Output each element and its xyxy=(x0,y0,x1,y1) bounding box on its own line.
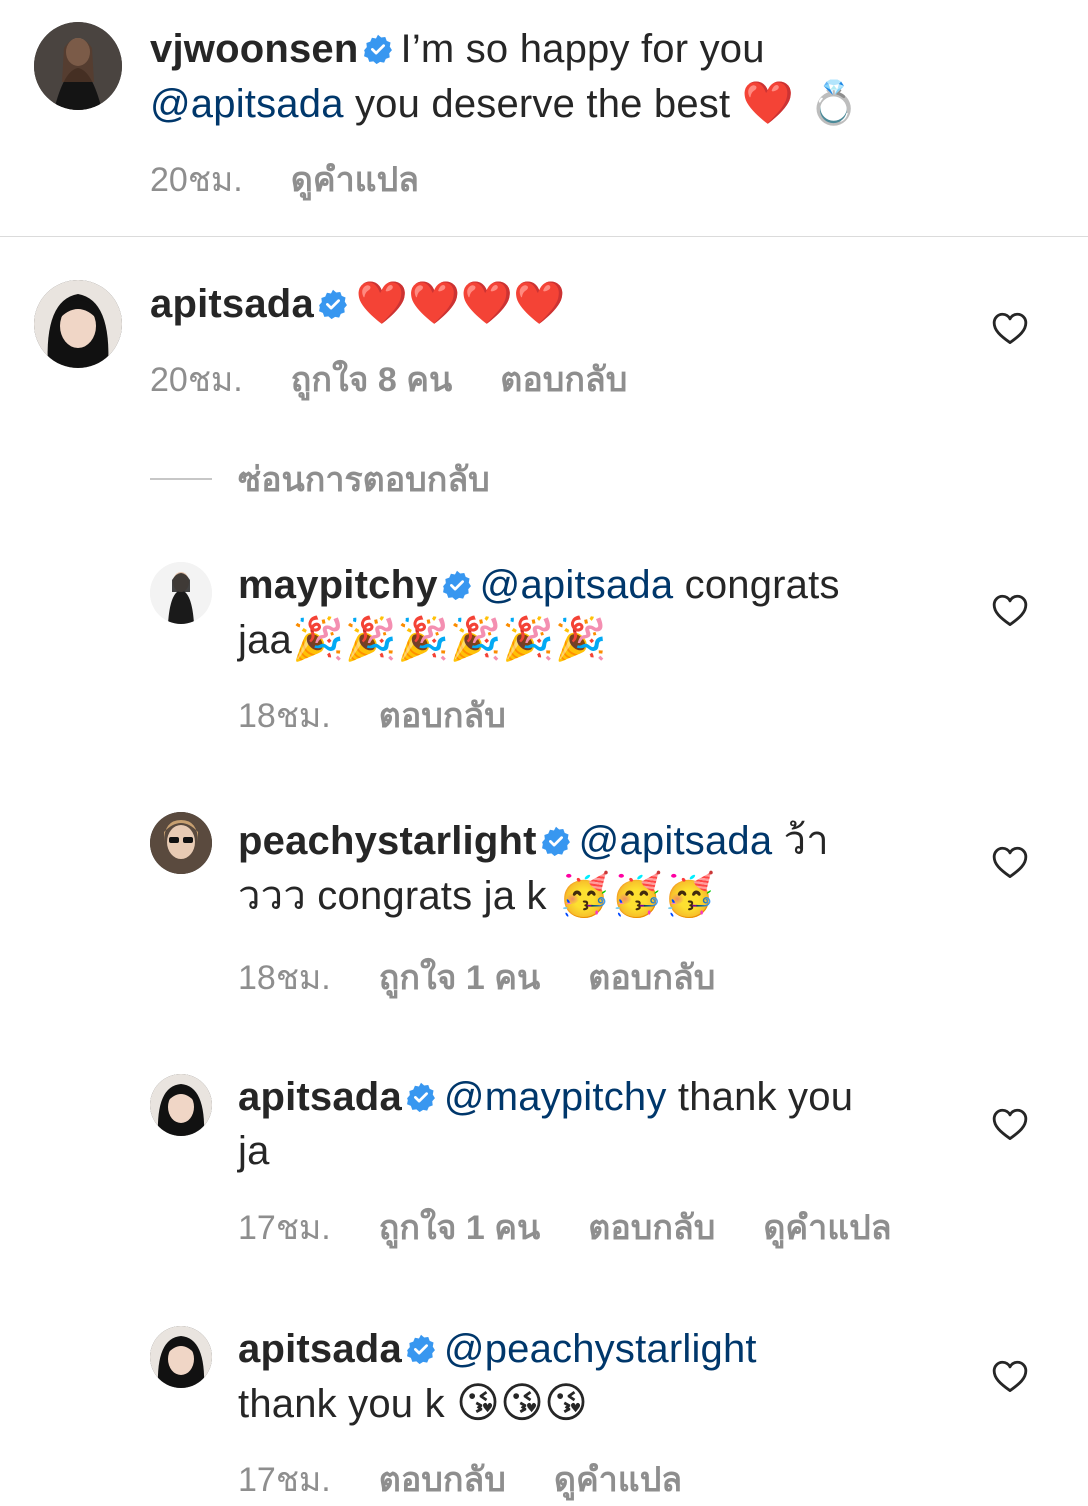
comment-meta: 20ชม. ดูคำแปล xyxy=(150,152,419,206)
mention-link[interactable]: @maypitchy xyxy=(444,1075,667,1119)
reply-text: ja xyxy=(238,1129,270,1173)
reply-button[interactable]: ตอบกลับ xyxy=(379,1452,506,1506)
reply-text: congrats xyxy=(684,563,840,607)
timestamp: 18ชม. xyxy=(238,959,331,997)
emoji-text: ❤️❤️❤️❤️ xyxy=(355,278,566,327)
reply-text: thank you k xyxy=(238,1382,445,1426)
hide-replies-label: ซ่อนการตอบกลับ xyxy=(238,461,490,499)
reply-text: ววว congrats ja k xyxy=(238,874,547,918)
avatar[interactable] xyxy=(34,22,122,110)
reply-text: jaa xyxy=(238,618,292,662)
reply-body: peachystarlight @apitsada ว้า ววว congrat… xyxy=(238,814,958,923)
hide-replies-button[interactable]: ซ่อนการตอบกลับ xyxy=(150,452,490,506)
verified-badge-icon xyxy=(318,289,348,319)
heart-outline-icon[interactable] xyxy=(990,590,1030,630)
comment-text: you deserve the best xyxy=(354,82,731,126)
heart-outline-icon[interactable] xyxy=(990,1104,1030,1144)
see-translation-button[interactable]: ดูคำแปล xyxy=(291,152,419,206)
username[interactable]: apitsada xyxy=(238,1327,402,1371)
verified-badge-icon xyxy=(442,570,472,600)
reply-text: thank you xyxy=(677,1075,854,1119)
reply-meta: 18ชม. ถูกใจ 1 คน ตอบกลับ xyxy=(238,950,715,1004)
reply-meta: 17ชม. ตอบกลับ ดูคำแปล xyxy=(238,1452,682,1506)
emoji-text: 🎉🎉🎉🎉🎉🎉 xyxy=(291,614,607,663)
mention-link[interactable]: @apitsada xyxy=(480,563,674,607)
heart-outline-icon[interactable] xyxy=(990,308,1030,348)
timestamp: 18ชม. xyxy=(238,697,331,735)
reply-button[interactable]: ตอบกลับ xyxy=(588,1200,715,1254)
timestamp: 20ชม. xyxy=(150,161,243,199)
username[interactable]: apitsada xyxy=(238,1075,402,1119)
likes-count[interactable]: ถูกใจ 1 คน xyxy=(379,950,540,1004)
reply-button[interactable]: ตอบกลับ xyxy=(588,950,715,1004)
avatar[interactable] xyxy=(34,280,122,368)
likes-count[interactable]: ถูกใจ 1 คน xyxy=(379,1200,540,1254)
see-translation-button[interactable]: ดูคำแปล xyxy=(554,1452,682,1506)
comment-text: I’m so happy for you xyxy=(400,27,765,71)
reply-meta: 17ชม. ถูกใจ 1 คน ตอบกลับ ดูคำแปล xyxy=(238,1200,892,1254)
emoji-text: 😘😘😘 xyxy=(456,1378,589,1427)
emoji-text: 🥳🥳🥳 xyxy=(558,870,716,919)
username[interactable]: maypitchy xyxy=(238,563,438,607)
timestamp: 17ชม. xyxy=(238,1209,331,1247)
reply-button[interactable]: ตอบกลับ xyxy=(500,352,627,406)
username[interactable]: vjwoonsen xyxy=(150,27,359,71)
avatar[interactable] xyxy=(150,1074,212,1136)
comment-meta: 20ชม. ถูกใจ 8 คน ตอบกลับ xyxy=(150,352,627,406)
timestamp: 17ชม. xyxy=(238,1461,331,1499)
comment-body: vjwoonsen I’m so happy for you @apitsada … xyxy=(150,22,950,131)
verified-badge-icon xyxy=(363,34,393,64)
reply-body: apitsada @peachystarlight thank you k 😘😘😘 xyxy=(238,1322,958,1431)
reply-body: apitsada @maypitchy thank you ja xyxy=(238,1070,958,1178)
emoji-text: ❤️ 💍 xyxy=(741,78,861,127)
verified-badge-icon xyxy=(406,1334,436,1364)
likes-count[interactable]: ถูกใจ 8 คน xyxy=(291,352,452,406)
mention-link[interactable]: @apitsada xyxy=(150,82,344,126)
username[interactable]: peachystarlight xyxy=(238,819,537,863)
verified-badge-icon xyxy=(541,826,571,856)
comment-body: apitsada ❤️❤️❤️❤️ xyxy=(150,276,950,331)
mention-link[interactable]: @peachystarlight xyxy=(444,1327,757,1371)
heart-outline-icon[interactable] xyxy=(990,842,1030,882)
avatar[interactable] xyxy=(150,812,212,874)
heart-outline-icon[interactable] xyxy=(990,1356,1030,1396)
reply-text: ว้า xyxy=(783,819,829,863)
mention-link[interactable]: @apitsada xyxy=(579,819,773,863)
divider-line xyxy=(150,478,212,480)
timestamp: 20ชม. xyxy=(150,361,243,399)
reply-body: maypitchy @apitsada congrats jaa🎉🎉🎉🎉🎉🎉 xyxy=(238,558,958,667)
verified-badge-icon xyxy=(406,1082,436,1112)
reply-meta: 18ชม. ตอบกลับ xyxy=(238,688,506,742)
avatar[interactable] xyxy=(150,562,212,624)
username[interactable]: apitsada xyxy=(150,282,314,326)
reply-button[interactable]: ตอบกลับ xyxy=(379,688,506,742)
see-translation-button[interactable]: ดูคำแปล xyxy=(763,1200,891,1254)
avatar[interactable] xyxy=(150,1326,212,1388)
divider xyxy=(0,236,1088,237)
